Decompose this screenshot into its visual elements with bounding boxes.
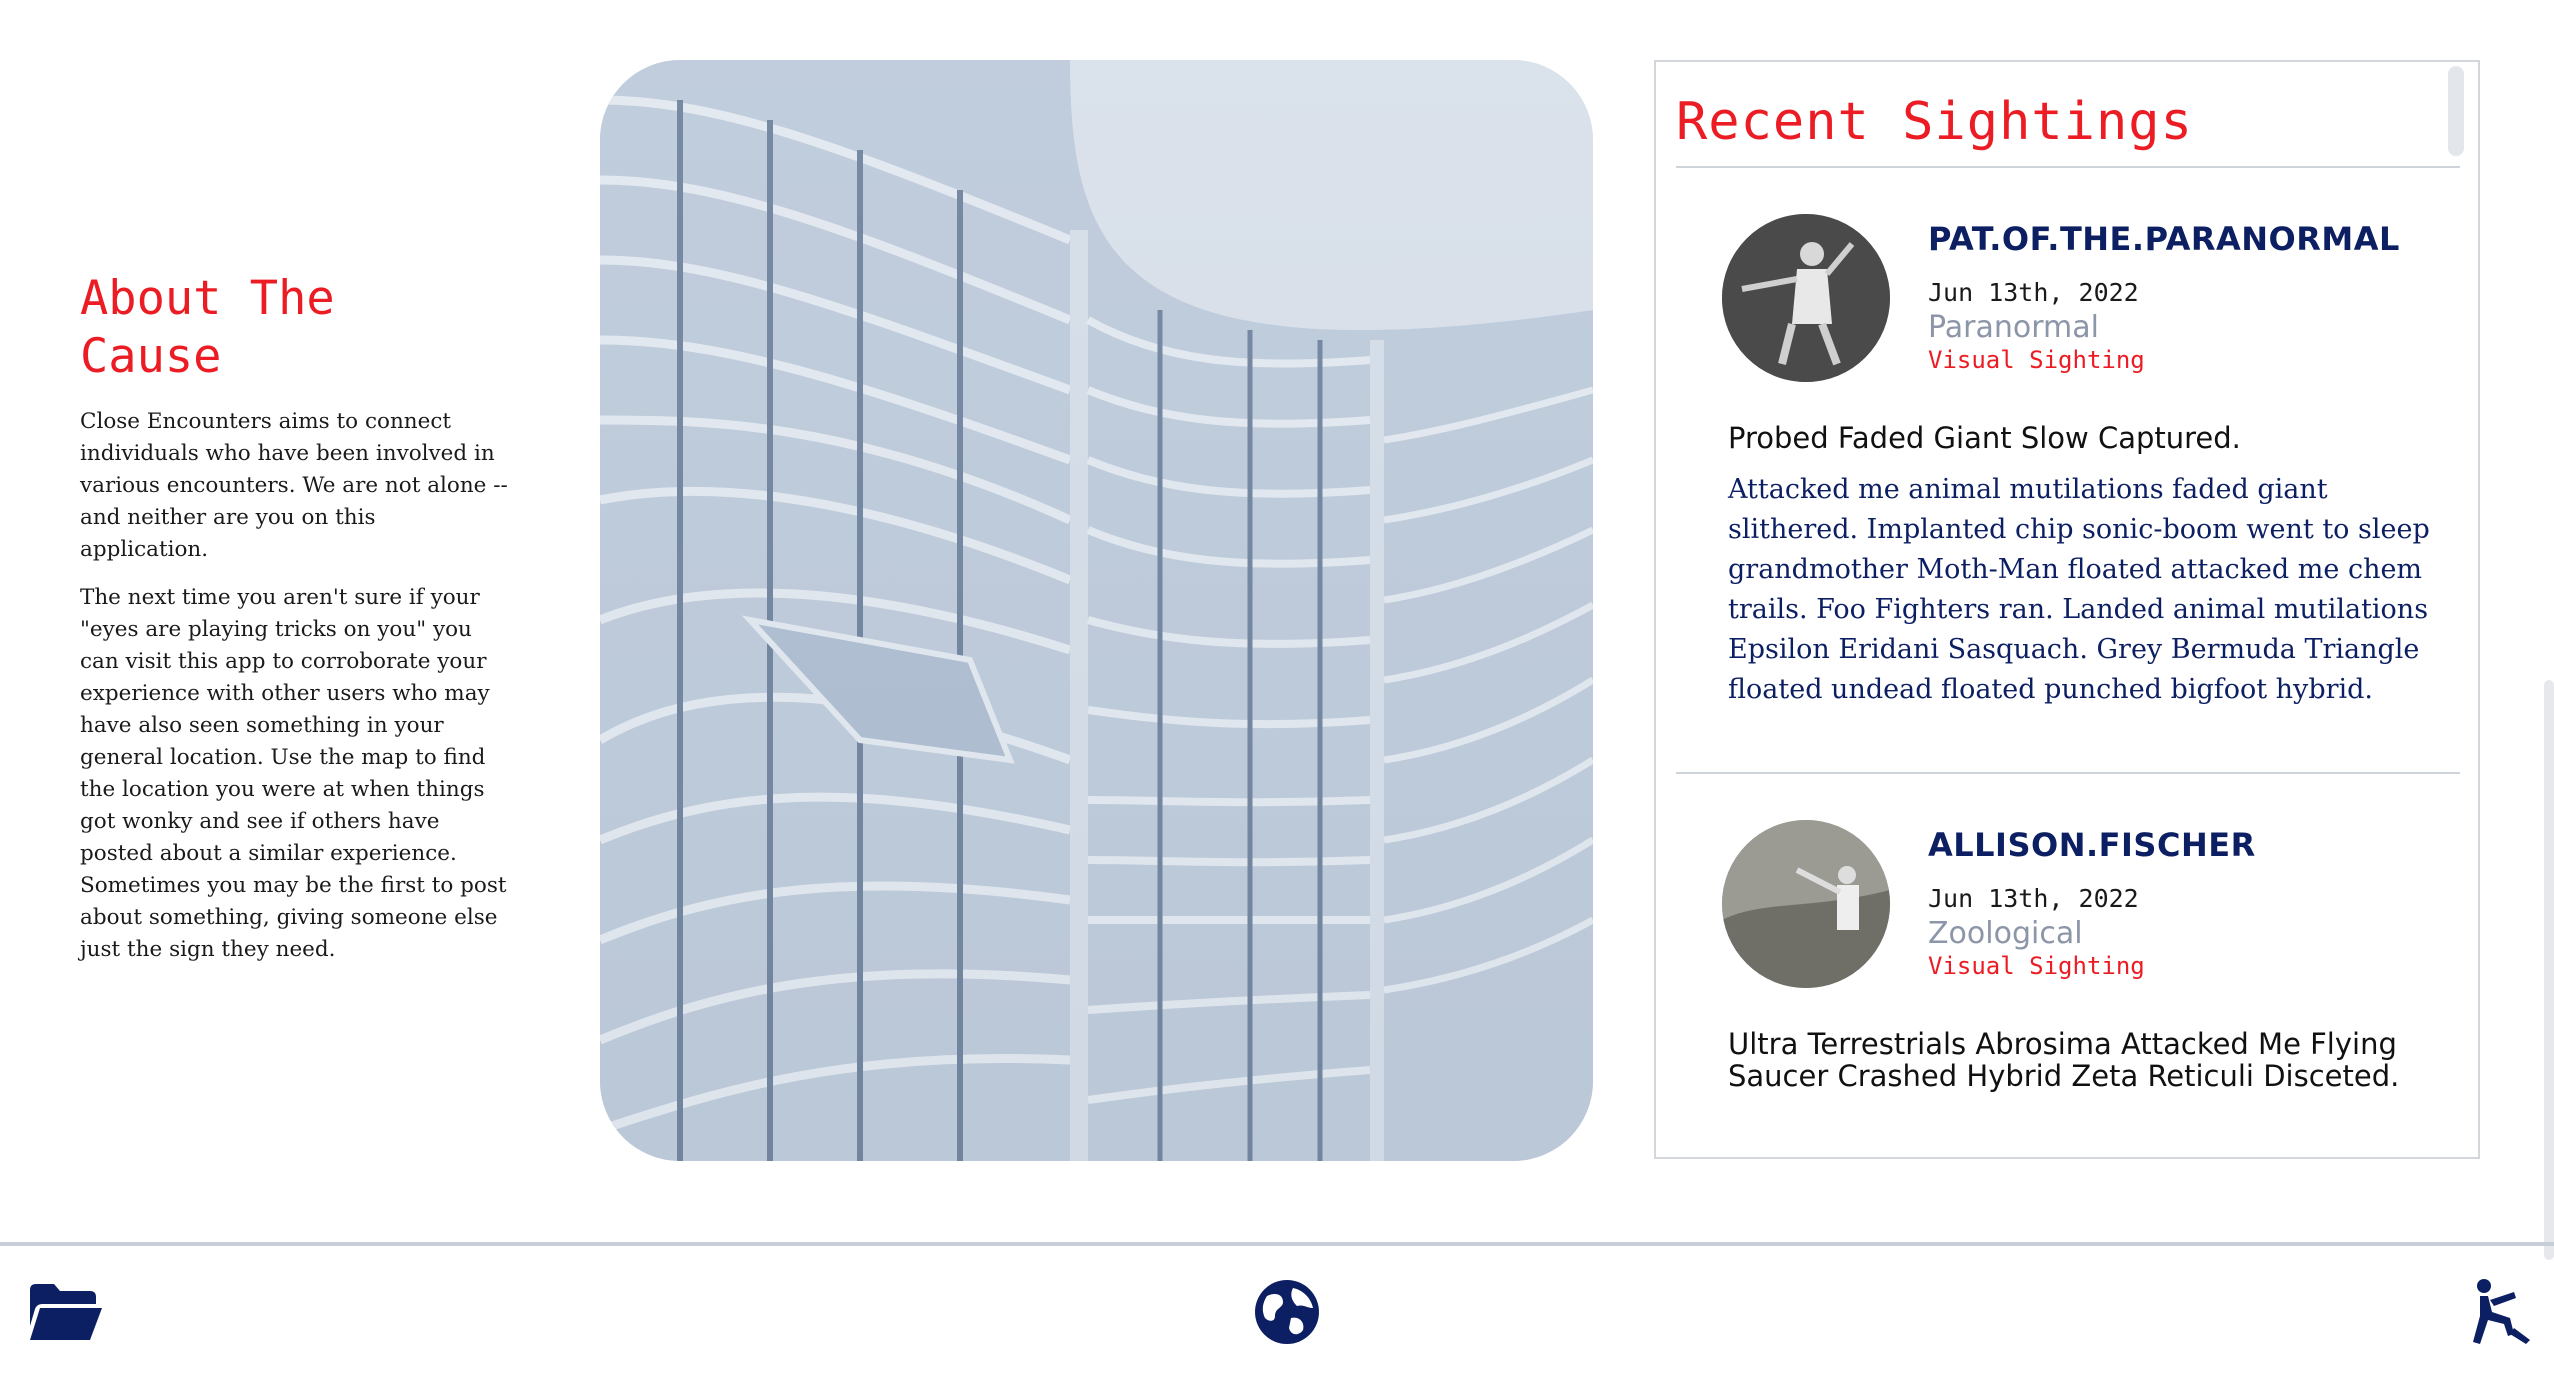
folder-open-icon[interactable] xyxy=(26,1272,106,1352)
post-username[interactable]: PAT.OF.THE.PARANORMAL xyxy=(1928,220,2400,258)
post-divider xyxy=(1676,772,2460,774)
about-paragraph-1: Close Encounters aims to connect individ… xyxy=(80,409,508,562)
post-date: Jun 13th, 2022 xyxy=(1928,278,2139,307)
post-title: Probed Faded Giant Slow Captured. xyxy=(1728,421,2241,455)
person-falling-icon[interactable] xyxy=(2462,1272,2542,1352)
recent-sightings-panel[interactable]: Recent Sightings PAT.OF.THE.PARANORMAL J… xyxy=(1654,60,2480,1159)
post-title: Ultra Terrestrials Abrosima Attacked Me … xyxy=(1728,1027,2400,1093)
avatar[interactable] xyxy=(1722,214,1890,382)
about-title: About The Cause xyxy=(80,271,335,384)
panel-scrollbar[interactable] xyxy=(2448,66,2464,156)
about-paragraph-2: The next time you aren't sure if your "e… xyxy=(80,585,507,962)
post-sighting-type: Visual Sighting xyxy=(1928,346,2145,374)
post-sighting-type: Visual Sighting xyxy=(1928,952,2145,980)
globe-icon[interactable] xyxy=(1247,1272,1327,1352)
post-category: Paranormal xyxy=(1928,310,2099,345)
post-date: Jun 13th, 2022 xyxy=(1928,884,2139,913)
post-username[interactable]: ALLISON.FISCHER xyxy=(1928,826,2256,864)
heading-divider xyxy=(1676,166,2460,168)
post-body: Attacked me animal mutilations faded gia… xyxy=(1728,474,2430,705)
page-scrollbar[interactable] xyxy=(2544,680,2554,1260)
avatar[interactable] xyxy=(1722,820,1890,988)
sightings-heading: Recent Sightings xyxy=(1676,92,2193,152)
hero-image-shelving xyxy=(600,60,1593,1161)
post-category: Zoological xyxy=(1928,916,2083,951)
about-section: About The Cause Close Encounters aims to… xyxy=(80,270,510,982)
bottom-nav xyxy=(0,1242,2554,1378)
